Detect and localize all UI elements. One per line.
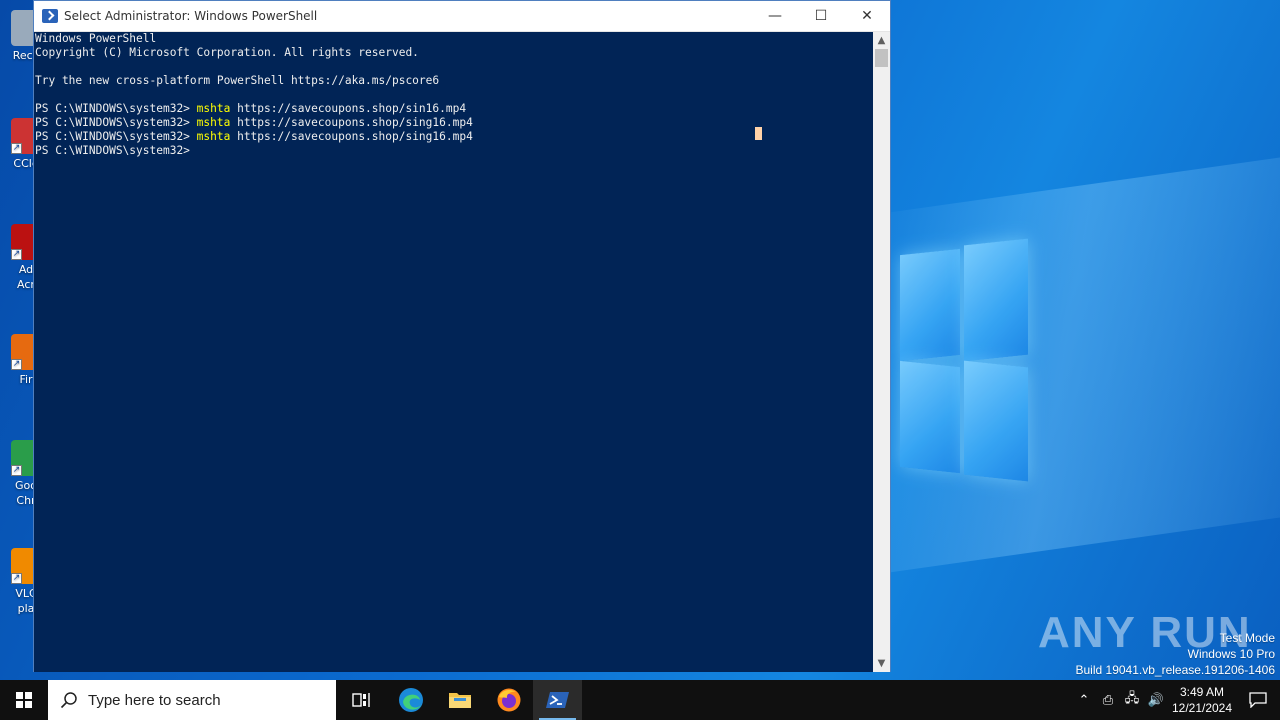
- console-line: Copyright (C) Microsoft Corporation. All…: [35, 46, 874, 60]
- console-line: Try the new cross-platform PowerShell ht…: [35, 74, 874, 88]
- clock-time: 3:49 AM: [1179, 685, 1225, 699]
- scroll-up-icon[interactable]: ▲: [873, 32, 890, 49]
- console-line: PS C:\WINDOWS\system32> mshta https://sa…: [35, 130, 874, 144]
- firefox-taskbar-button[interactable]: [484, 680, 533, 720]
- powershell-icon: [42, 9, 58, 23]
- device-icon[interactable]: ⎙: [1096, 692, 1120, 708]
- windows-edition-label: Windows 10 Pro: [1187, 647, 1275, 661]
- scroll-down-icon[interactable]: ▼: [873, 655, 890, 672]
- console-text: Windows PowerShell: [35, 32, 157, 45]
- taskbar: Type here to search ⌃ ⎙ 🖧 🔊 3:49 AM 12/2…: [0, 680, 1280, 720]
- window-titlebar[interactable]: Select Administrator: Windows PowerShell…: [34, 1, 890, 32]
- shortcut-arrow-icon: ↗: [11, 249, 22, 260]
- shortcut-arrow-icon: ↗: [11, 143, 22, 154]
- console-command-args: https://savecoupons.shop/sing16.mp4: [230, 130, 473, 143]
- test-mode-watermark: Test Mode Windows 10 Pro Build 19041.vb_…: [1076, 630, 1276, 678]
- console-text: PS C:\WINDOWS\system32>: [35, 144, 190, 157]
- notification-icon: [1249, 692, 1267, 708]
- clock[interactable]: 3:49 AM 12/21/2024: [1168, 684, 1236, 716]
- search-placeholder: Type here to search: [88, 691, 221, 709]
- console-command-args: https://savecoupons.shop/sing16.mp4: [230, 116, 473, 129]
- folder-icon: [448, 693, 471, 708]
- network-icon[interactable]: 🖧: [1120, 689, 1144, 711]
- notification-button[interactable]: [1236, 692, 1280, 708]
- console-line: Windows PowerShell: [35, 32, 874, 46]
- shortcut-arrow-icon: ↗: [11, 465, 22, 476]
- console-line: PS C:\WINDOWS\system32> mshta https://sa…: [35, 102, 874, 116]
- console-command: mshta: [196, 116, 231, 129]
- edge-taskbar-button[interactable]: [386, 680, 435, 720]
- wallpaper-light-beam: [860, 143, 1280, 577]
- console-text: PS C:\WINDOWS\system32>: [35, 116, 197, 129]
- console-line: PS C:\WINDOWS\system32>: [35, 144, 874, 158]
- close-button[interactable]: ✕: [844, 1, 890, 31]
- show-hidden-icons-chevron-icon[interactable]: ⌃: [1072, 692, 1096, 708]
- start-button[interactable]: [0, 680, 48, 720]
- shortcut-arrow-icon: ↗: [11, 573, 22, 584]
- text-cursor: [755, 127, 762, 140]
- system-tray: ⌃ ⎙ 🖧 🔊 3:49 AM 12/21/2024: [1072, 680, 1280, 720]
- test-mode-label: Test Mode: [1219, 631, 1275, 645]
- maximize-button[interactable]: ☐: [798, 1, 844, 31]
- edge-icon: [398, 688, 423, 712]
- search-icon: [60, 692, 77, 709]
- window-title: Select Administrator: Windows PowerShell: [64, 9, 318, 23]
- firefox-icon: [497, 688, 520, 712]
- console-command: mshta: [196, 130, 231, 143]
- build-label: Build 19041.vb_release.191206-1406: [1075, 663, 1276, 677]
- task-view-icon: [351, 693, 370, 707]
- console-text: Try the new cross-platform PowerShell ht…: [35, 74, 440, 87]
- vertical-scrollbar[interactable]: ▲ ▼: [873, 32, 890, 672]
- console-output[interactable]: Windows PowerShell Copyright (C) Microsof…: [34, 32, 874, 672]
- powershell-icon: [545, 692, 569, 708]
- volume-icon[interactable]: 🔊: [1144, 692, 1168, 708]
- console-line: PS C:\WINDOWS\system32> mshta https://sa…: [35, 116, 874, 130]
- taskbar-search-box[interactable]: Type here to search: [48, 680, 336, 720]
- powershell-taskbar-button[interactable]: [533, 680, 582, 720]
- shortcut-arrow-icon: ↗: [11, 359, 22, 370]
- clock-date: 12/21/2024: [1171, 701, 1233, 715]
- console-text: PS C:\WINDOWS\system32>: [35, 130, 197, 143]
- scroll-thumb[interactable]: [875, 49, 888, 67]
- task-view-button[interactable]: [337, 680, 386, 720]
- windows-start-icon: [16, 692, 32, 708]
- file-explorer-taskbar-button[interactable]: [435, 680, 484, 720]
- minimize-button[interactable]: —: [752, 1, 798, 31]
- console-text: PS C:\WINDOWS\system32>: [35, 102, 197, 115]
- console-text: Copyright (C) Microsoft Corporation. All…: [35, 46, 419, 59]
- console-command-args: https://savecoupons.shop/sin16.mp4: [230, 102, 467, 115]
- console-command: mshta: [196, 102, 231, 115]
- powershell-window[interactable]: Select Administrator: Windows PowerShell…: [33, 0, 891, 672]
